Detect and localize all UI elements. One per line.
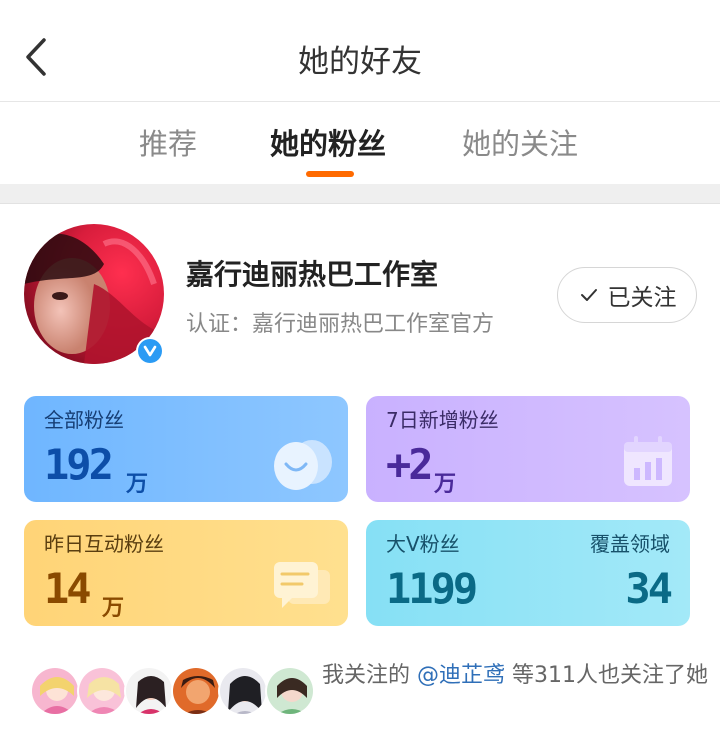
mutual-followers[interactable]: 我关注的 @迪芷鸢 等311人也关注了她 xyxy=(30,660,710,720)
verified-badge xyxy=(136,337,164,365)
avatar xyxy=(30,666,80,716)
mutual-avatars xyxy=(30,666,330,718)
follow-button-label: 已关注 xyxy=(607,285,677,311)
stat-value: +2 xyxy=(386,440,434,489)
checkmark-icon xyxy=(143,345,157,357)
stat-label: 昨日互动粉丝 xyxy=(44,532,164,556)
avatar xyxy=(218,666,268,716)
stat-value: 192 xyxy=(44,440,114,489)
profile-certification: 认证：嘉行迪丽热巴工作室官方 xyxy=(186,312,495,337)
stat-unit: 万 xyxy=(102,596,125,621)
stat-unit: 万 xyxy=(126,472,149,497)
stat-label: 7日新增粉丝 xyxy=(386,408,499,432)
chat-bubble-icon xyxy=(272,558,334,618)
avatar xyxy=(171,666,221,716)
page-title: 她的好友 xyxy=(298,44,422,80)
mutual-followers-text: 我关注的 @迪芷鸢 等311人也关注了她 xyxy=(322,662,712,689)
stat-label: 大V粉丝 xyxy=(386,532,460,556)
active-tab-indicator xyxy=(306,171,354,177)
section-divider xyxy=(0,184,720,204)
mutual-suffix: 等311人也关注了她 xyxy=(505,663,709,688)
profile-name[interactable]: 嘉行迪丽热巴工作室 xyxy=(186,253,438,293)
mutual-user-link[interactable]: @迪芷鸢 xyxy=(417,663,505,688)
stat-unit: 万 xyxy=(434,472,457,497)
tab-bar: 推荐 她的粉丝 她的关注 xyxy=(0,103,720,183)
stat-card-big-v-fans[interactable]: 大V粉丝 1199 覆盖领域 34 xyxy=(366,520,690,626)
stat-value-coverage: 34 xyxy=(625,564,673,613)
calendar-chart-icon xyxy=(620,434,676,494)
check-icon xyxy=(580,289,597,301)
tab-her-fans[interactable]: 她的粉丝 xyxy=(270,121,386,163)
stat-card-all-fans[interactable]: 全部粉丝 192 万 xyxy=(24,396,348,502)
stat-card-interactive-fans[interactable]: 昨日互动粉丝 14 万 xyxy=(24,520,348,626)
follow-button[interactable]: 已关注 xyxy=(557,267,697,323)
avatar xyxy=(124,666,174,716)
mutual-prefix: 我关注的 xyxy=(322,663,417,688)
avatar xyxy=(77,666,127,716)
header-bar: 她的好友 xyxy=(0,0,720,102)
stat-label-coverage: 覆盖领域 xyxy=(590,532,670,556)
stat-value: 1199 xyxy=(386,564,478,613)
tab-her-following[interactable]: 她的关注 xyxy=(462,121,578,163)
fans-cloud-icon xyxy=(272,434,334,496)
stat-value: 14 xyxy=(44,564,92,613)
stat-card-new-fans-7d[interactable]: 7日新增粉丝 +2 万 xyxy=(366,396,690,502)
tab-recommend[interactable]: 推荐 xyxy=(139,121,197,163)
avatar xyxy=(265,666,315,716)
stat-label: 全部粉丝 xyxy=(44,408,124,432)
